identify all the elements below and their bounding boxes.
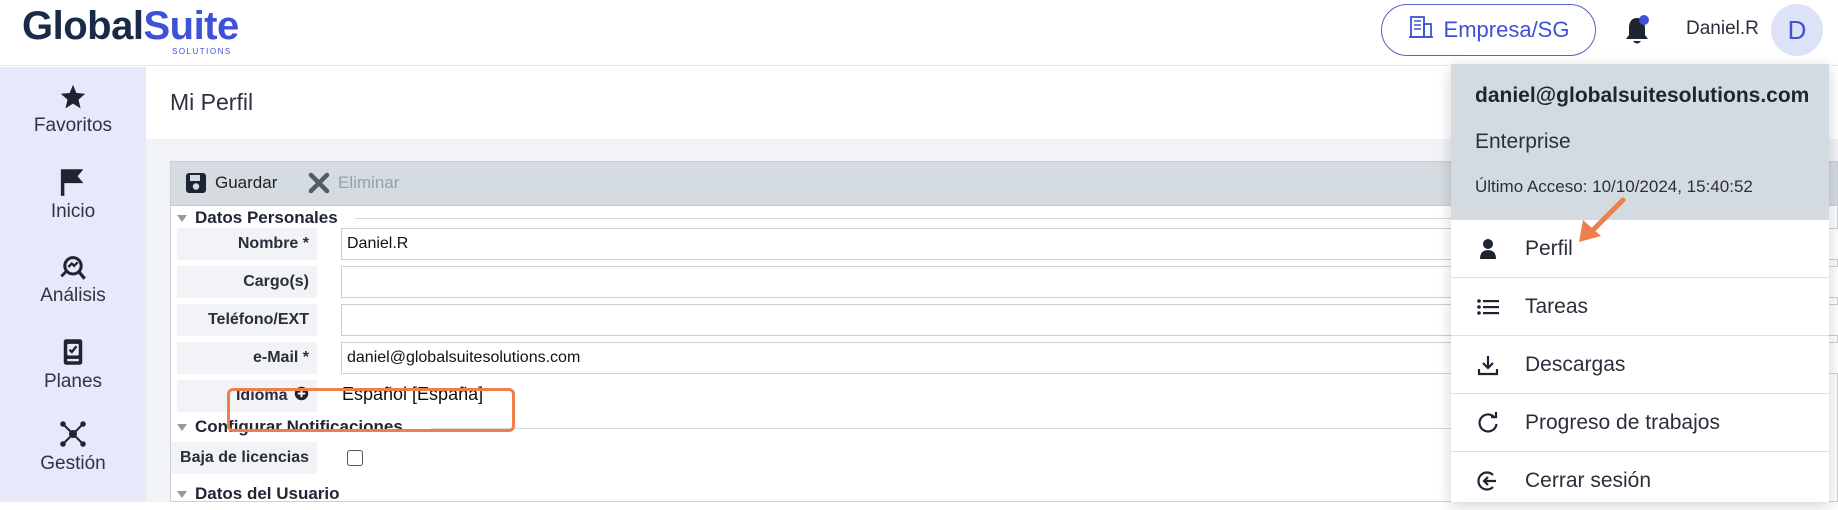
menu-item-label: Cerrar sesión bbox=[1525, 469, 1652, 492]
progress-icon bbox=[1473, 411, 1503, 434]
menu-item-label: Tareas bbox=[1525, 294, 1589, 318]
download-icon bbox=[1473, 354, 1503, 376]
sidebar-item-planes[interactable]: Planes bbox=[0, 337, 146, 393]
section-personal-data[interactable]: Datos Personales bbox=[177, 208, 338, 228]
sidebar-nav: Favoritos Inicio Análisis Planes Gestión bbox=[0, 67, 146, 502]
analysis-icon bbox=[60, 256, 86, 280]
delete-label: Eliminar bbox=[338, 173, 400, 192]
menu-item-tareas[interactable]: Tareas bbox=[1451, 278, 1829, 336]
sidebar-item-label: Inicio bbox=[50, 201, 96, 222]
star-icon bbox=[60, 84, 86, 109]
page-title: Mi Perfil bbox=[170, 89, 254, 115]
user-menu-dropdown: daniel@globalsuitesolutions.com Enterpri… bbox=[1451, 64, 1829, 502]
company-label: Empresa/SG bbox=[1443, 17, 1570, 42]
license-checkbox[interactable] bbox=[347, 450, 363, 466]
menu-item-progreso[interactable]: Progreso de trabajos bbox=[1451, 394, 1829, 452]
section-user-data[interactable]: Datos del Usuario bbox=[177, 484, 340, 504]
top-header: GlobalSuite SOLUTIONS Empresa/SG Daniel.… bbox=[0, 0, 1838, 66]
sidebar-item-label: Planes bbox=[43, 371, 103, 392]
phone-label: Teléfono/EXT bbox=[177, 304, 317, 336]
name-label: Nombre * bbox=[177, 228, 317, 260]
sidebar-item-analisis[interactable]: Análisis bbox=[0, 253, 146, 307]
person-icon bbox=[1473, 238, 1503, 260]
email-label: e-Mail * bbox=[177, 342, 317, 374]
annotation-arrow-icon bbox=[1579, 197, 1626, 242]
sidebar-item-gestion[interactable]: Gestión bbox=[0, 419, 146, 475]
close-icon bbox=[308, 172, 330, 194]
logout-icon bbox=[1473, 470, 1503, 492]
menu-item-descargas[interactable]: Descargas bbox=[1451, 336, 1829, 394]
delete-button[interactable]: Eliminar bbox=[308, 172, 399, 194]
menu-item-perfil[interactable]: Perfil bbox=[1451, 220, 1829, 278]
save-icon bbox=[186, 173, 206, 193]
sidebar-item-inicio[interactable]: Inicio bbox=[0, 167, 146, 223]
collapse-triangle-icon bbox=[177, 490, 187, 498]
logo-text-suite: Suite bbox=[143, 4, 239, 48]
collapse-triangle-icon bbox=[177, 214, 187, 222]
user-name[interactable]: Daniel.R bbox=[1686, 18, 1759, 40]
user-menu-header: daniel@globalsuitesolutions.com Enterpri… bbox=[1451, 64, 1829, 220]
save-button[interactable]: Guardar bbox=[185, 172, 277, 194]
menu-item-label: Descargas bbox=[1525, 352, 1626, 376]
section-title: Datos del Usuario bbox=[195, 484, 340, 503]
notification-bell-icon[interactable] bbox=[1622, 14, 1652, 48]
app-logo[interactable]: GlobalSuite SOLUTIONS bbox=[22, 4, 239, 56]
list-icon bbox=[1473, 298, 1503, 316]
user-avatar[interactable]: D bbox=[1771, 4, 1823, 56]
user-menu-plan: Enterprise bbox=[1475, 130, 1571, 153]
flag-icon bbox=[60, 169, 84, 196]
user-menu-last-access: Último Acceso: 10/10/2024, 15:40:52 bbox=[1475, 177, 1753, 196]
role-label: Cargo(s) bbox=[177, 266, 317, 298]
logo-text-global: Global bbox=[22, 4, 144, 48]
menu-item-label: Progreso de trabajos bbox=[1525, 410, 1720, 434]
sidebar-item-favoritos[interactable]: Favoritos bbox=[0, 83, 146, 137]
logo-subtitle: SOLUTIONS bbox=[172, 47, 232, 56]
building-icon bbox=[1408, 15, 1434, 45]
sidebar-item-label: Análisis bbox=[40, 285, 106, 306]
save-label: Guardar bbox=[215, 173, 278, 192]
sidebar-item-label: Gestión bbox=[40, 453, 106, 474]
menu-item-label: Perfil bbox=[1525, 236, 1573, 260]
menu-item-cerrar-sesion[interactable]: Cerrar sesión bbox=[1451, 452, 1829, 510]
language-highlight-box bbox=[227, 388, 515, 432]
user-menu-email: daniel@globalsuitesolutions.com bbox=[1475, 84, 1810, 107]
network-icon bbox=[60, 421, 86, 447]
plans-icon bbox=[63, 339, 83, 365]
section-title: Datos Personales bbox=[195, 208, 338, 227]
collapse-triangle-icon bbox=[177, 423, 187, 431]
sidebar-item-label: Favoritos bbox=[33, 115, 113, 136]
company-selector-button[interactable]: Empresa/SG bbox=[1381, 4, 1596, 56]
license-label: Baja de licencias bbox=[171, 442, 317, 474]
